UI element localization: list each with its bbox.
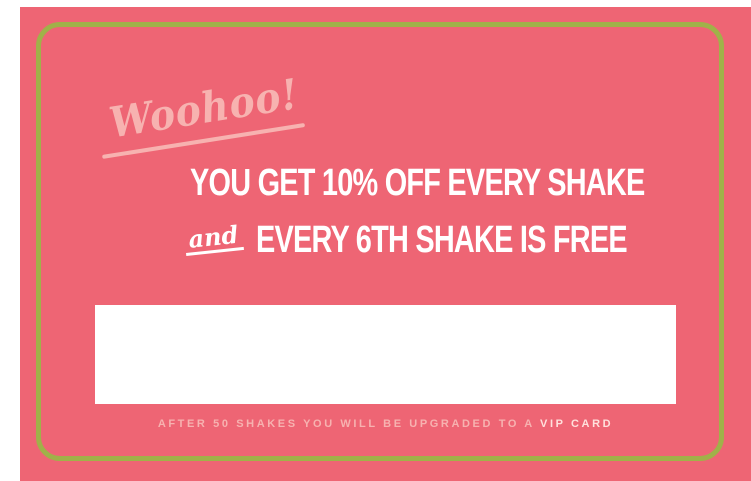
footer-note-text: AFTER 50 SHAKES YOU WILL BE UPGRADED TO … <box>157 418 535 430</box>
footer-vip-card-text: VIP CARD <box>540 418 614 430</box>
footer-note: AFTER 50 SHAKES YOU WILL BE UPGRADED TO … <box>20 418 751 430</box>
loyalty-card: Woohoo! YOU GET 10% OFF EVERY SHAKE and … <box>20 7 751 481</box>
name-write-in-box <box>95 305 676 404</box>
